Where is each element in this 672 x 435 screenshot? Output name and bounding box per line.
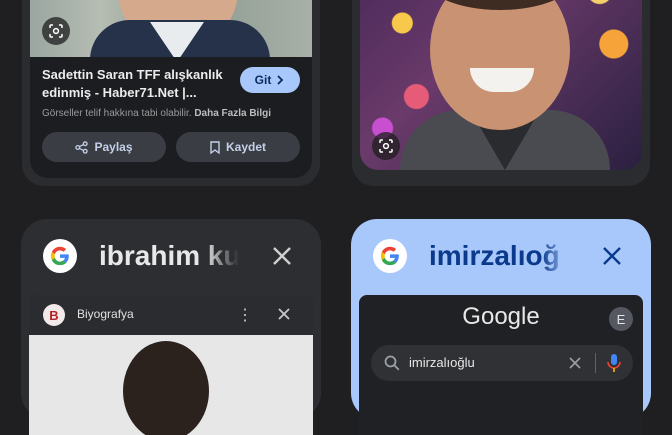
tab-preview: B Biyografya ⋮ [29, 295, 313, 435]
result-title[interactable]: Sadettin Saran TFF alışkanlık edinmiş - … [42, 66, 242, 102]
account-avatar: E [609, 307, 633, 331]
lens-button[interactable] [42, 17, 70, 45]
photo-head [123, 341, 209, 435]
result-photo[interactable] [30, 0, 312, 57]
image-result-content: Sadettin Saran TFF alışkanlık edinmiş - … [30, 0, 312, 178]
lens-icon [49, 24, 63, 38]
tab-title: ibrahim ku [99, 240, 239, 271]
tab-card-ibrahim[interactable]: ibrahim ku B Biyografya ⋮ [21, 219, 321, 435]
go-button[interactable]: Git [240, 67, 300, 93]
portrait-photo[interactable] [360, 0, 642, 170]
close-tab-button[interactable] [597, 241, 627, 271]
google-favicon-icon [43, 239, 77, 273]
close-icon [603, 247, 621, 265]
lens-button[interactable] [372, 132, 400, 160]
image-card[interactable] [352, 0, 650, 186]
share-button[interactable]: Paylaş [42, 132, 166, 162]
share-icon [75, 140, 89, 154]
close-icon [273, 247, 291, 265]
chevron-right-icon [277, 75, 284, 85]
image-result-card: Sadettin Saran TFF alışkanlık edinmiş - … [22, 0, 320, 186]
search-query: imirzalıoğlu [409, 355, 475, 370]
close-tab-button[interactable] [267, 241, 297, 271]
clear-icon [569, 357, 581, 369]
divider [595, 353, 596, 373]
close-icon [278, 308, 290, 320]
preview-photo [29, 335, 313, 435]
search-box: imirzalıoğlu [371, 345, 633, 381]
google-logo-text: Google [462, 303, 540, 330]
go-label: Git [254, 73, 272, 87]
preview-site-name: Biyografya [77, 307, 134, 321]
bookmark-icon [210, 140, 220, 154]
save-label: Kaydet [225, 140, 266, 154]
share-label: Paylaş [94, 140, 133, 154]
tab-preview: Google E imirzalıoğlu [359, 295, 643, 435]
tab-title: imirzalıoğ [429, 240, 560, 271]
search-icon [384, 355, 400, 371]
google-favicon-icon [373, 239, 407, 273]
mic-icon [607, 354, 621, 372]
copyright-note: Görseller telif hakkına tabi olabilir. D… [42, 108, 271, 119]
tab-card-imirzalioglu[interactable]: imirzalıoğ Google E imirzalıoğlu [351, 219, 651, 435]
more-vert-icon: ⋮ [237, 307, 253, 324]
preview-header: B Biyografya ⋮ [29, 295, 313, 335]
copyright-text: Görseller telif hakkına tabi olabilir. [42, 108, 192, 119]
save-button[interactable]: Kaydet [176, 132, 300, 162]
lens-icon [379, 139, 393, 153]
site-favicon: B [43, 304, 65, 326]
more-info-link[interactable]: Daha Fazla Bilgi [194, 108, 271, 119]
